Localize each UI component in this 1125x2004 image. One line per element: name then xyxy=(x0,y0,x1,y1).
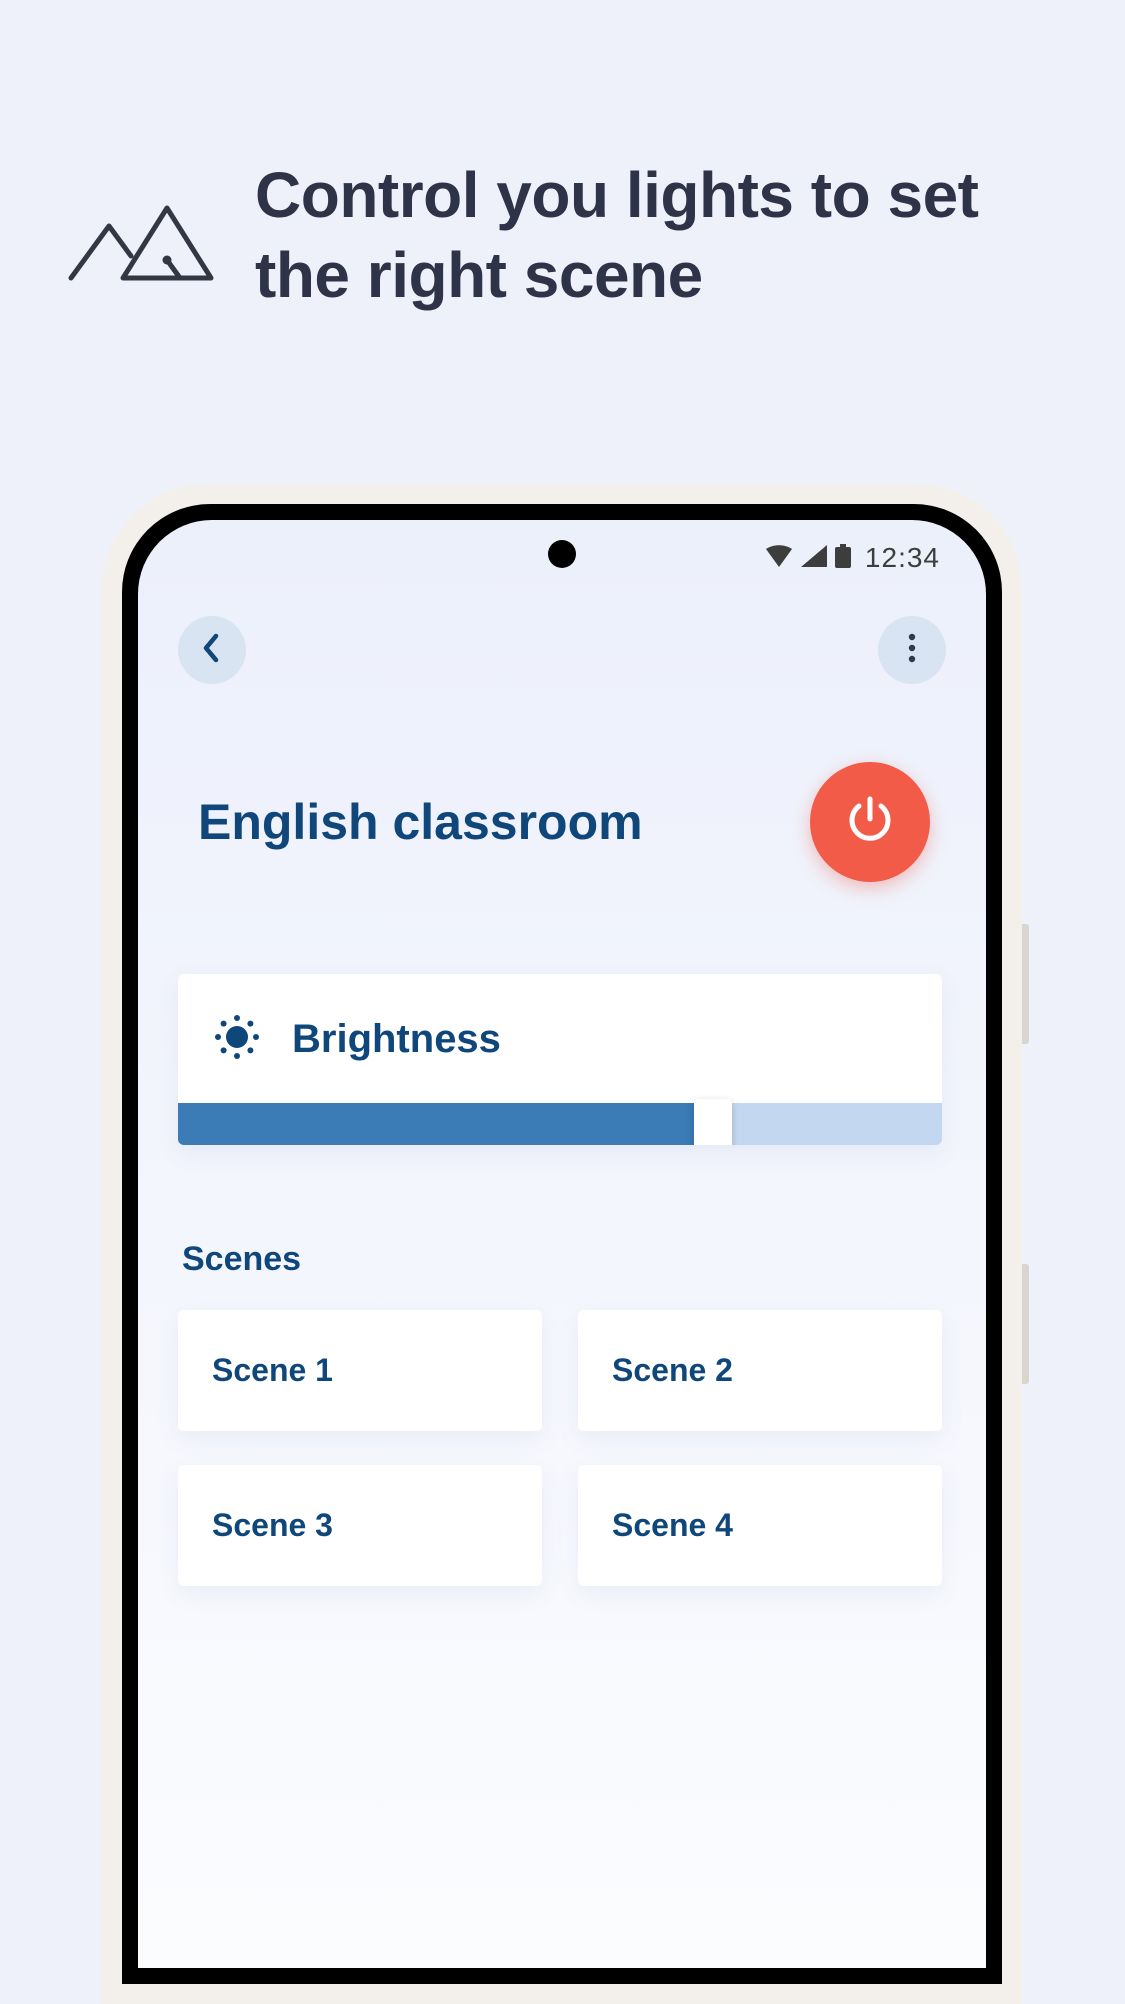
phone-camera xyxy=(548,540,576,568)
phone-frame: 12:34 xyxy=(102,484,1022,2004)
scene-label: Scene 3 xyxy=(212,1507,333,1543)
room-name: English classroom xyxy=(198,793,643,851)
power-button[interactable] xyxy=(810,762,930,882)
brightness-slider-thumb[interactable] xyxy=(694,1099,732,1145)
page-title: Control you lights to set the right scen… xyxy=(255,155,1065,315)
brightness-card: Brightness xyxy=(178,974,942,1145)
page-header: Control you lights to set the right scen… xyxy=(65,155,1065,315)
scene-label: Scene 1 xyxy=(212,1352,333,1388)
scenes-grid: Scene 1 Scene 2 Scene 3 Scene 4 xyxy=(178,1310,942,1586)
brightness-slider-fill xyxy=(178,1103,713,1145)
brightness-header: Brightness xyxy=(178,1014,942,1103)
scene-card[interactable]: Scene 1 xyxy=(178,1310,542,1431)
brightness-slider[interactable] xyxy=(178,1103,942,1145)
phone-bezel: 12:34 xyxy=(122,504,1002,1984)
mountains-icon xyxy=(65,190,215,290)
phone-side-button xyxy=(1022,1264,1029,1384)
more-vertical-icon xyxy=(907,633,917,668)
cell-signal-icon xyxy=(801,545,827,572)
scene-label: Scene 4 xyxy=(612,1507,733,1543)
scenes-title: Scenes xyxy=(182,1240,301,1279)
scene-card[interactable]: Scene 2 xyxy=(578,1310,942,1431)
phone-screen: 12:34 xyxy=(138,520,986,1968)
power-icon xyxy=(843,793,897,852)
wifi-icon xyxy=(765,545,793,572)
battery-icon xyxy=(835,544,851,573)
chevron-left-icon xyxy=(202,633,222,668)
brightness-label: Brightness xyxy=(292,1017,501,1062)
back-button[interactable] xyxy=(178,616,246,684)
phone-side-button xyxy=(1022,924,1029,1044)
more-menu-button[interactable] xyxy=(878,616,946,684)
status-bar: 12:34 xyxy=(765,542,940,574)
scene-card[interactable]: Scene 4 xyxy=(578,1465,942,1586)
status-time: 12:34 xyxy=(865,542,940,574)
scene-card[interactable]: Scene 3 xyxy=(178,1465,542,1586)
nav-row xyxy=(178,616,946,684)
brightness-icon xyxy=(214,1014,260,1065)
scene-label: Scene 2 xyxy=(612,1352,733,1388)
room-header: English classroom xyxy=(198,762,930,882)
